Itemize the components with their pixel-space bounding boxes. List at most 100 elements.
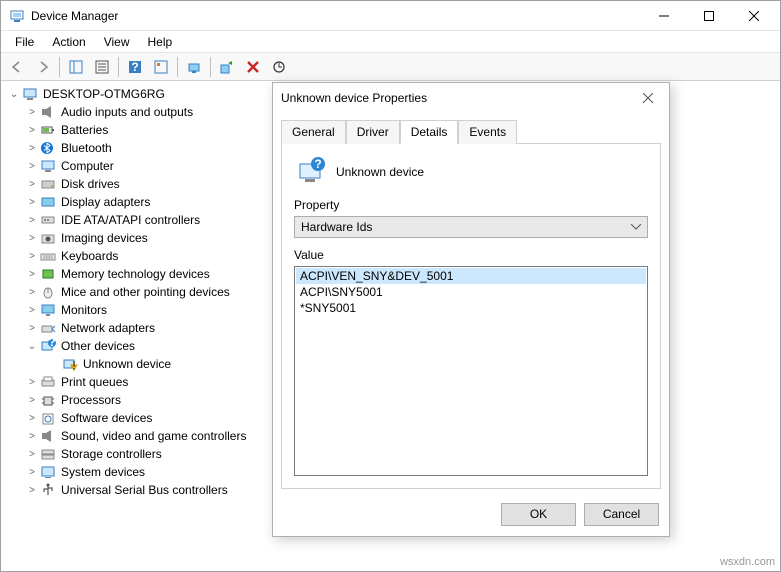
device-category-icon <box>39 464 57 480</box>
toolbar-divider <box>210 57 211 77</box>
device-category-icon <box>39 104 57 120</box>
dialog-title: Unknown device Properties <box>281 91 635 105</box>
help-button[interactable]: ? <box>123 55 147 79</box>
menu-file[interactable]: File <box>7 33 42 51</box>
device-category-icon <box>39 374 57 390</box>
list-item[interactable]: ACPI\SNY5001 <box>296 284 646 300</box>
expand-icon[interactable]: > <box>25 107 39 118</box>
cancel-button[interactable]: Cancel <box>584 503 659 526</box>
tree-node-label: Monitors <box>59 303 109 317</box>
expand-icon[interactable]: > <box>25 215 39 226</box>
dialog-titlebar[interactable]: Unknown device Properties <box>273 83 669 113</box>
tab-details[interactable]: Details <box>400 120 459 144</box>
back-button[interactable] <box>5 55 29 79</box>
expand-icon[interactable]: > <box>25 269 39 280</box>
value-listbox[interactable]: ACPI\VEN_SNY&DEV_5001 ACPI\SNY5001 *SNY5… <box>294 266 648 476</box>
menu-action[interactable]: Action <box>44 33 93 51</box>
toolbar-icon[interactable] <box>149 55 173 79</box>
expand-icon[interactable]: > <box>25 233 39 244</box>
enable-device-button[interactable] <box>215 55 239 79</box>
tree-node-label: Imaging devices <box>59 231 150 245</box>
tree-node-label: Disk drives <box>59 177 122 191</box>
close-button[interactable] <box>731 2 776 30</box>
expand-icon[interactable]: > <box>25 197 39 208</box>
properties-dialog: Unknown device Properties General Driver… <box>272 82 670 537</box>
expand-icon[interactable]: > <box>25 395 39 406</box>
device-name-label: Unknown device <box>336 165 424 179</box>
expand-icon[interactable]: > <box>25 179 39 190</box>
device-category-icon <box>39 392 57 408</box>
svg-text:?: ? <box>48 339 55 349</box>
collapse-icon[interactable]: ⌄ <box>7 89 21 100</box>
expand-icon[interactable]: > <box>25 251 39 262</box>
computer-icon <box>21 86 39 102</box>
app-icon <box>9 8 25 24</box>
menu-view[interactable]: View <box>96 33 138 51</box>
tree-node-label: Universal Serial Bus controllers <box>59 483 230 497</box>
maximize-button[interactable] <box>686 2 731 30</box>
device-category-icon: ? <box>39 338 57 354</box>
forward-button[interactable] <box>31 55 55 79</box>
expand-icon[interactable]: > <box>25 161 39 172</box>
tree-node-label: Bluetooth <box>59 141 114 155</box>
tab-general[interactable]: General <box>281 120 346 144</box>
tree-node-label: Computer <box>59 159 116 173</box>
tab-driver[interactable]: Driver <box>346 120 400 144</box>
expand-icon[interactable]: > <box>25 287 39 298</box>
device-category-icon <box>39 176 57 192</box>
tree-root-label: DESKTOP-OTMG6RG <box>41 87 167 101</box>
device-category-icon <box>39 428 57 444</box>
tree-node-label: IDE ATA/ATAPI controllers <box>59 213 202 227</box>
tree-node-label: Software devices <box>59 411 154 425</box>
expand-icon[interactable]: > <box>25 431 39 442</box>
dialog-tabs: General Driver Details Events <box>273 113 669 143</box>
property-label: Property <box>294 198 648 212</box>
tree-node-label: Sound, video and game controllers <box>59 429 248 443</box>
device-category-icon <box>39 410 57 426</box>
device-category-icon <box>39 230 57 246</box>
tree-node-label: Batteries <box>59 123 110 137</box>
tree-node-label: Display adapters <box>59 195 152 209</box>
device-category-icon <box>39 158 57 174</box>
toolbar-divider <box>118 57 119 77</box>
tab-events[interactable]: Events <box>458 120 517 144</box>
ok-button[interactable]: OK <box>501 503 576 526</box>
window-title: Device Manager <box>31 9 641 23</box>
value-label: Value <box>294 248 648 262</box>
dialog-button-row: OK Cancel <box>273 497 669 536</box>
tree-node-label: Network adapters <box>59 321 157 335</box>
device-category-icon <box>39 248 57 264</box>
svg-text:?: ? <box>314 157 321 171</box>
device-category-icon <box>39 212 57 228</box>
list-item[interactable]: *SNY5001 <box>296 300 646 316</box>
scan-hardware-button[interactable] <box>182 55 206 79</box>
expand-icon[interactable]: > <box>25 305 39 316</box>
menu-help[interactable]: Help <box>140 33 181 51</box>
uninstall-device-button[interactable] <box>241 55 265 79</box>
device-category-icon <box>39 302 57 318</box>
device-category-icon <box>39 194 57 210</box>
collapse-icon[interactable]: ⌄ <box>25 341 39 352</box>
expand-icon[interactable]: > <box>25 449 39 460</box>
expand-icon[interactable]: > <box>25 485 39 496</box>
show-hide-tree-button[interactable] <box>64 55 88 79</box>
expand-icon[interactable]: > <box>25 125 39 136</box>
tree-node-label: Other devices <box>59 339 137 353</box>
expand-icon[interactable]: > <box>25 413 39 424</box>
expand-icon[interactable]: > <box>25 467 39 478</box>
list-item[interactable]: ACPI\VEN_SNY&DEV_5001 <box>296 268 646 284</box>
tree-node-label: Unknown device <box>81 357 173 371</box>
tree-node-label: Memory technology devices <box>59 267 212 281</box>
update-driver-button[interactable] <box>267 55 291 79</box>
expand-icon[interactable]: > <box>25 143 39 154</box>
svg-text:?: ? <box>131 60 138 74</box>
device-category-icon <box>39 446 57 462</box>
minimize-button[interactable] <box>641 2 686 30</box>
property-dropdown[interactable]: Hardware Ids <box>294 216 648 238</box>
expand-icon[interactable]: > <box>25 323 39 334</box>
expand-icon[interactable]: > <box>25 377 39 388</box>
properties-button[interactable] <box>90 55 114 79</box>
titlebar: Device Manager <box>1 1 780 31</box>
dialog-close-button[interactable] <box>635 85 661 111</box>
tab-body: ? Unknown device Property Hardware Ids V… <box>281 143 661 489</box>
